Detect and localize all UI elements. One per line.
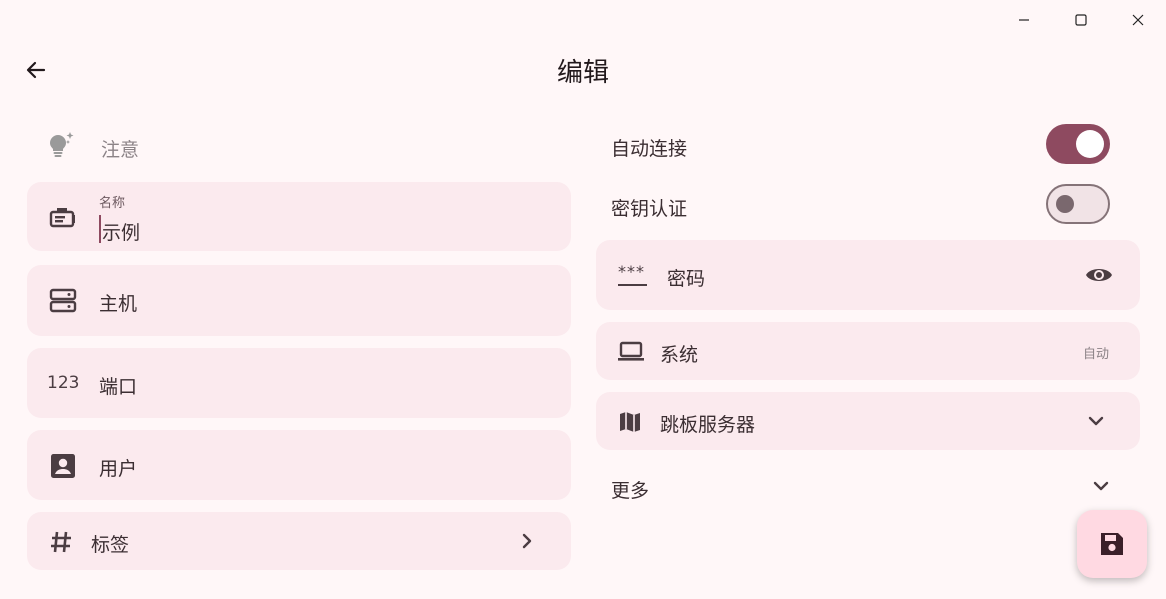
chevron-right-icon	[515, 529, 539, 553]
chevron-down-icon	[1089, 474, 1113, 498]
number-icon: 123	[47, 373, 80, 393]
name-field[interactable]: 名称 示例	[27, 182, 571, 251]
maximize-icon	[1075, 14, 1087, 26]
save-button[interactable]	[1077, 510, 1147, 578]
system-field[interactable]: 系统 自动	[596, 322, 1140, 380]
name-field-label: 名称	[99, 196, 126, 211]
notice-label: 注意	[101, 139, 140, 161]
system-value: 自动	[1083, 347, 1110, 362]
system-label: 系统	[660, 344, 699, 366]
text-caret	[99, 215, 101, 243]
laptop-icon	[616, 338, 646, 364]
minimize-icon	[1019, 19, 1029, 21]
toggle-knob	[1076, 130, 1104, 158]
more-label: 更多	[611, 480, 650, 502]
port-field[interactable]: 123 端口	[27, 348, 571, 418]
password-icon: ***	[618, 262, 645, 281]
badge-icon	[47, 204, 79, 232]
host-field[interactable]: 主机	[27, 265, 571, 336]
jump-server-field[interactable]: 跳板服务器	[596, 392, 1140, 450]
close-window-button[interactable]	[1123, 6, 1153, 34]
maximize-button[interactable]	[1066, 6, 1096, 34]
user-field[interactable]: 用户	[27, 430, 571, 500]
auto-connect-toggle[interactable]	[1046, 124, 1110, 164]
key-auth-label: 密钥认证	[611, 198, 688, 220]
person-box-icon	[49, 452, 77, 480]
tags-field[interactable]: 标签	[27, 512, 571, 570]
eye-icon[interactable]	[1082, 261, 1116, 289]
minimize-button[interactable]	[1009, 6, 1039, 34]
server-icon	[47, 287, 79, 315]
save-icon	[1101, 533, 1123, 555]
jump-server-label: 跳板服务器	[660, 414, 756, 436]
page-title: 编辑	[556, 58, 609, 88]
port-label: 端口	[99, 376, 138, 398]
key-auth-toggle[interactable]	[1046, 184, 1110, 224]
lightbulb-icon	[44, 128, 78, 162]
close-icon	[1132, 14, 1144, 26]
hash-icon	[47, 528, 75, 556]
auto-connect-label: 自动连接	[611, 138, 688, 160]
toggle-knob	[1056, 195, 1074, 213]
password-icon-underline	[618, 284, 647, 286]
tags-label: 标签	[91, 534, 130, 556]
user-label: 用户	[99, 458, 138, 480]
host-label: 主机	[99, 293, 138, 315]
chevron-down-icon	[1084, 409, 1108, 433]
password-label: 密码	[667, 268, 706, 290]
map-icon	[616, 408, 644, 436]
password-field[interactable]: *** 密码	[596, 240, 1140, 310]
name-field-value: 示例	[102, 222, 141, 244]
